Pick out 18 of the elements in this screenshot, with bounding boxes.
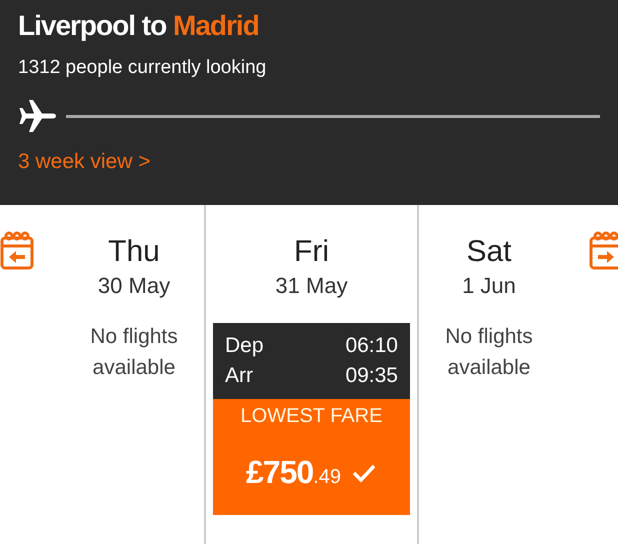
route-title: Liverpool to Madrid: [18, 9, 260, 43]
day-date: 30 May: [98, 273, 170, 299]
departure-label: Dep: [225, 333, 265, 359]
day-date: 31 May: [275, 273, 348, 299]
arrival-time: 09:35: [345, 363, 398, 389]
fare-price: £750.49: [246, 454, 341, 491]
no-flights-message: No flights available: [89, 324, 179, 381]
day-name: Fri: [294, 235, 329, 269]
no-flights-message: No flights available: [444, 324, 534, 381]
watchers-count: 1312 people currently looking: [18, 56, 268, 80]
week-view-link[interactable]: 3 week view >: [18, 150, 150, 174]
day-name: Thu: [108, 235, 160, 269]
day-name: Sat: [466, 235, 512, 269]
fare-button[interactable]: LOWEST FARE £750.49: [213, 399, 410, 515]
arrival-label: Arr: [225, 363, 254, 389]
lowest-fare-label: LOWEST FARE: [240, 405, 382, 428]
departure-time: 06:10: [345, 333, 398, 359]
day-date: 1 Jun: [462, 273, 516, 299]
